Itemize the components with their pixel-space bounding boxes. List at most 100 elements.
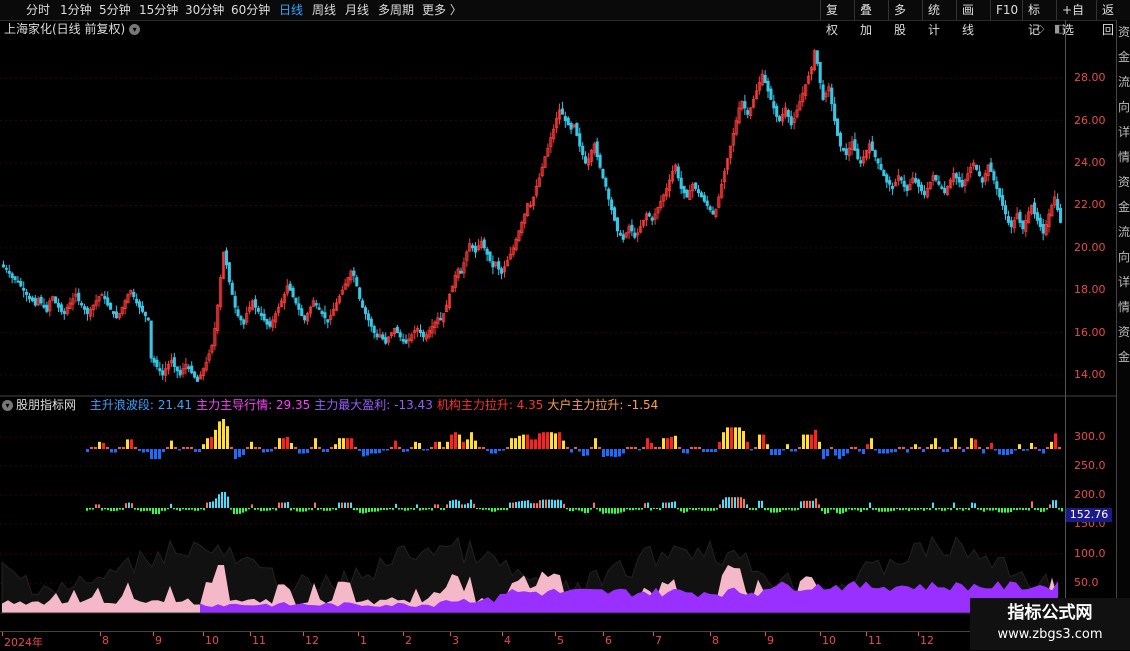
indicator2-bar-down — [884, 508, 886, 512]
candle-body — [242, 319, 246, 325]
candle-body — [172, 357, 176, 367]
indicator2-bar-down — [941, 508, 943, 511]
indicator2-bar-down — [242, 508, 244, 513]
indicator-tick-0: 300.0 — [1074, 430, 1106, 443]
indicator2-bar-down — [431, 508, 433, 511]
candle-body — [418, 329, 423, 334]
indicator-bar-flat — [598, 447, 601, 449]
indicator-bar-flat — [798, 447, 801, 449]
candle-body — [914, 178, 918, 183]
indicator-bar-down — [778, 449, 781, 455]
indicator2-bar-down — [1040, 508, 1042, 512]
indicator-bar-flat — [246, 447, 249, 449]
indicator-bar-down — [114, 449, 117, 453]
indicator-value-2: 主力最大盈利: -13.43 — [314, 398, 433, 412]
indicator2-bar-down — [608, 508, 610, 514]
indicator-bar-up — [594, 438, 597, 449]
indicator-bar-up — [818, 441, 821, 449]
indicator2-bar-down — [122, 508, 124, 510]
indicator2-bar-down — [641, 508, 643, 510]
indicator-bar-up — [814, 429, 817, 449]
candle-body — [647, 213, 651, 217]
indicator2-bar-down — [638, 508, 640, 510]
indicator2-bar-down — [230, 508, 232, 510]
candle-body — [103, 295, 107, 300]
indicator-bar-down — [1006, 449, 1009, 455]
indicator-bar-down — [362, 449, 365, 457]
indicator2-bar-down — [704, 508, 706, 511]
indicator2-bar-down — [680, 508, 682, 512]
indicator2-bar-down — [356, 508, 358, 511]
candle-body — [158, 368, 162, 372]
candle-body — [106, 297, 110, 306]
indicator-bar-down — [582, 449, 585, 456]
indicator-bar-up — [290, 443, 293, 449]
chevron-down-icon[interactable]: ▾ — [2, 400, 13, 411]
indicator2-bar-up — [974, 503, 976, 508]
indicator2-bar-down — [707, 508, 709, 511]
time-tick-mark — [358, 632, 359, 636]
indicator-bar-down — [962, 449, 965, 452]
indicator2-bar-down — [866, 508, 868, 511]
indicator-bar-up — [130, 439, 133, 449]
indicator2-bar-down — [1043, 508, 1045, 512]
indicator2-bar-down — [158, 508, 160, 514]
indicator2-bar-down — [860, 508, 862, 512]
indicator-bar-down — [198, 449, 201, 452]
indicator2-bar-down — [476, 508, 478, 509]
indicator-bar-up — [542, 432, 545, 449]
candle-body — [268, 321, 272, 327]
indicator-bar-down — [942, 449, 945, 452]
indicator2-bar-down — [422, 508, 424, 510]
indicator2-bar-down — [176, 508, 178, 510]
indicator-bar-down — [606, 449, 609, 456]
indicator2-bar-up — [812, 500, 814, 508]
indicator-bar-flat — [398, 447, 401, 449]
indicator2-bar-down — [164, 508, 166, 511]
indicator2-bar-up — [509, 502, 511, 508]
indicator2-bar-up — [869, 502, 871, 508]
indicator-bar-down — [610, 449, 613, 457]
indicator2-bar-down — [386, 508, 388, 510]
indicator2-bar-up — [536, 503, 538, 508]
indicator2-bar-down — [188, 508, 190, 510]
indicator-bar-flat — [106, 447, 109, 449]
indicator2-bar-down — [692, 508, 694, 511]
candle-body — [841, 147, 845, 151]
indicator2-bar-down — [566, 508, 568, 510]
candle-body — [1041, 223, 1045, 234]
candle-body — [294, 297, 298, 304]
candle-body — [369, 318, 373, 327]
indicator2-bar-down — [485, 508, 487, 510]
indicator-bar-down — [162, 449, 165, 452]
indicator-bar-up — [462, 441, 465, 449]
candle-body — [488, 251, 492, 261]
indicator-bar-down — [710, 449, 713, 452]
indicator2-bar-down — [887, 508, 889, 512]
indicator2-bar-down — [770, 508, 772, 513]
indicator-bar-up — [758, 434, 761, 449]
indicator2-bar-down — [1019, 508, 1021, 510]
candle-body — [265, 319, 269, 325]
candle-body — [873, 150, 877, 158]
indicator2-bar-down — [947, 508, 949, 510]
indicator2-bar-down — [1037, 508, 1039, 511]
indicator-bar-up — [206, 438, 209, 449]
indicator-bar-down — [386, 449, 389, 451]
indicator2-bar-down — [620, 508, 622, 513]
indicator2-bar-down — [305, 508, 307, 512]
indicator2-bar-up — [524, 500, 526, 508]
indicator-bar-down — [858, 449, 861, 452]
time-label-1: 8 — [102, 634, 109, 647]
time-tick-mark — [450, 632, 451, 636]
candle-body — [85, 307, 89, 314]
indicator2-bar-down — [407, 508, 409, 511]
indicator-bar-flat — [254, 447, 257, 449]
candle-body — [815, 50, 819, 64]
indicator2-bar-down — [623, 508, 625, 512]
indicator2-bar-down — [365, 508, 367, 513]
candle-body — [618, 232, 622, 236]
indicator2-bar-up — [227, 496, 229, 508]
right-side-panel[interactable]: 资金流向详情资金流向详情资金 — [1116, 20, 1130, 630]
kline-chart[interactable] — [0, 0, 1130, 650]
